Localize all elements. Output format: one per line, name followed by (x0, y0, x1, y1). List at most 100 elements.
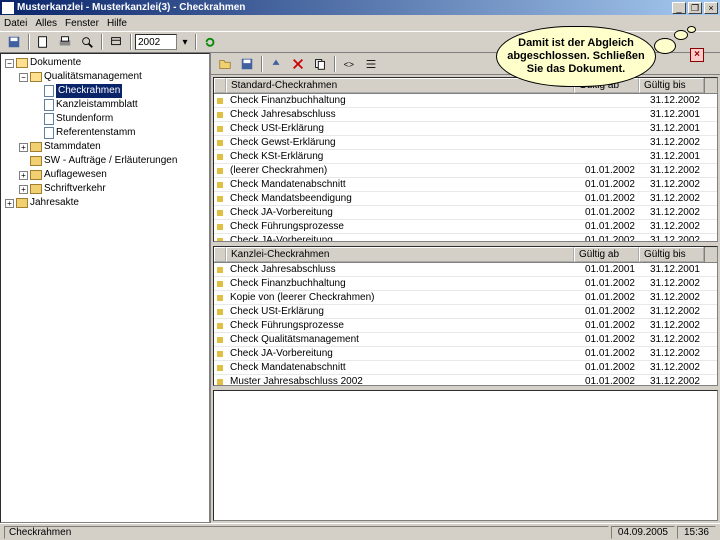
new-button[interactable] (33, 33, 53, 51)
tree-stammdaten[interactable]: +Stammdaten (19, 140, 207, 154)
cell-name: Check Führungsprozesse (226, 320, 574, 331)
app-icon (2, 2, 14, 14)
cell-name: Check USt-Erklärung (226, 306, 574, 317)
row-marker-icon (214, 126, 226, 132)
tree-root[interactable]: −Dokumente (5, 56, 207, 70)
tree-checkrahmen[interactable]: Checkrahmen (33, 84, 207, 98)
menu-alles[interactable]: Alles (35, 18, 57, 29)
restore-button[interactable]: ❐ (688, 2, 702, 14)
cell-gueltig-bis: 31.12.2002 (639, 179, 704, 190)
cell-gueltig-bis: 31.12.2002 (639, 306, 704, 317)
cell-gueltig-bis: 31.12.2002 (639, 278, 704, 289)
tree-sw[interactable]: SW - Aufträge / Erläuterungen (19, 154, 207, 168)
tree-label: Qualitätsmanagement (44, 70, 142, 84)
thought-bubble-icon (674, 30, 688, 40)
tree-schriftverkehr[interactable]: +Schriftverkehr (19, 182, 207, 196)
table-row[interactable]: Check Mandatenabschnitt01.01.200231.12.2… (214, 178, 717, 192)
tree-referenten[interactable]: Referentenstamm (33, 126, 207, 140)
col-gueltig-ab[interactable]: Gültig ab (574, 247, 639, 262)
doc-copy-button[interactable] (310, 55, 330, 73)
filter-button[interactable] (106, 33, 126, 51)
table-row[interactable]: Check KSt-Erklärung31.12.2001 (214, 150, 717, 164)
table-row[interactable]: Check Mandatenabschnitt01.01.200231.12.2… (214, 361, 717, 375)
table-row[interactable]: Check Führungsprozesse01.01.200231.12.20… (214, 319, 717, 333)
tree-auflagewesen[interactable]: +Auflagewesen (19, 168, 207, 182)
cell-gueltig-ab: 01.01.2002 (574, 320, 639, 331)
tree-label: Stundenform (56, 112, 113, 126)
cell-name: Check Gewst-Erklärung (226, 137, 574, 148)
table-row[interactable]: Check Führungsprozesse01.01.200231.12.20… (214, 220, 717, 234)
preview-button[interactable] (77, 33, 97, 51)
cell-gueltig-bis: 31.12.2002 (639, 292, 704, 303)
col-name[interactable]: Kanzlei-Checkrahmen (226, 247, 574, 262)
cell-gueltig-bis: 31.12.2002 (639, 221, 704, 232)
col-gueltig-bis[interactable]: Gültig bis (639, 247, 704, 262)
cell-gueltig-bis: 31.12.2001 (639, 264, 704, 275)
table-row[interactable]: Check JA-Vorbereitung01.01.200231.12.200… (214, 206, 717, 220)
table-row[interactable]: Check JA-Vorbereitung01.01.200231.12.200… (214, 234, 717, 242)
row-marker-icon (214, 337, 226, 343)
year-input[interactable] (135, 34, 177, 50)
doc-code-button[interactable]: <> (339, 55, 359, 73)
tree-jahresakte[interactable]: +Jahresakte (5, 196, 207, 210)
row-marker-icon (214, 323, 226, 329)
cell-name: Check JA-Vorbereitung (226, 235, 574, 242)
refresh-button[interactable] (200, 33, 220, 51)
save-button[interactable] (4, 33, 24, 51)
cell-name: Check USt-Erklärung (226, 123, 574, 134)
cell-name: Muster Jahresabschluss 2002 (226, 376, 574, 386)
tree-pane[interactable]: −Dokumente −Qualitätsmanagement Checkrah… (0, 53, 210, 523)
doc-delete-button[interactable] (288, 55, 308, 73)
table-row[interactable]: Kopie von (leerer Checkrahmen)01.01.2002… (214, 291, 717, 305)
table-row[interactable]: Check USt-Erklärung01.01.200231.12.2002 (214, 305, 717, 319)
doc-up-button[interactable] (266, 55, 286, 73)
table-row[interactable]: Check USt-Erklärung31.12.2001 (214, 122, 717, 136)
doc-open-button[interactable] (215, 55, 235, 73)
menu-hilfe[interactable]: Hilfe (107, 18, 127, 29)
table-row[interactable]: Check Qualitätsmanagement01.01.200231.12… (214, 333, 717, 347)
cell-name: Check Führungsprozesse (226, 221, 574, 232)
table-row[interactable]: Check JA-Vorbereitung01.01.200231.12.200… (214, 347, 717, 361)
table-row[interactable]: (leerer Checkrahmen)01.01.200231.12.2002 (214, 164, 717, 178)
minimize-button[interactable]: _ (672, 2, 686, 14)
menu-datei[interactable]: Datei (4, 18, 27, 29)
kanzlei-grid[interactable]: Kanzlei-Checkrahmen Gültig ab Gültig bis… (213, 246, 718, 386)
cell-gueltig-ab: 01.01.2002 (574, 334, 639, 345)
table-row[interactable]: Check Jahresabschluss01.01.200131.12.200… (214, 263, 717, 277)
svg-text:<>: <> (344, 59, 354, 69)
cell-gueltig-bis: 31.12.2002 (639, 348, 704, 359)
row-marker-icon (214, 210, 226, 216)
row-marker-icon (214, 196, 226, 202)
close-button[interactable]: × (704, 2, 718, 14)
thought-bubble-icon (687, 26, 696, 33)
print-button[interactable] (55, 33, 75, 51)
table-row[interactable]: Check Finanzbuchhaltung31.12.2002 (214, 94, 717, 108)
cell-gueltig-ab: 01.01.2002 (574, 376, 639, 386)
doc-list-button[interactable] (361, 55, 381, 73)
cell-gueltig-bis: 31.12.2001 (639, 151, 704, 162)
tree-kanzleistammblatt[interactable]: Kanzleistammblatt (33, 98, 207, 112)
cell-gueltig-ab: 01.01.2002 (574, 235, 639, 242)
row-marker-icon (214, 224, 226, 230)
table-row[interactable]: Muster Jahresabschluss 200201.01.200231.… (214, 375, 717, 386)
table-row[interactable]: Check Mandatsbeendigung01.01.200231.12.2… (214, 192, 717, 206)
callout-close-button[interactable]: × (690, 48, 704, 62)
tree-label: Kanzleistammblatt (56, 98, 138, 112)
cell-gueltig-ab: 01.01.2002 (574, 207, 639, 218)
menu-fenster[interactable]: Fenster (65, 18, 99, 29)
table-row[interactable]: Check Gewst-Erklärung31.12.2002 (214, 136, 717, 150)
row-marker-icon (214, 140, 226, 146)
tree-label: Checkrahmen (56, 84, 122, 98)
table-row[interactable]: Check Jahresabschluss31.12.2001 (214, 108, 717, 122)
row-marker-icon (214, 182, 226, 188)
status-text: Checkrahmen (4, 526, 609, 539)
year-dropdown-button[interactable]: ▾ (179, 34, 191, 50)
cell-gueltig-ab: 01.01.2002 (574, 292, 639, 303)
cell-gueltig-ab: 01.01.2001 (574, 264, 639, 275)
tree-qm[interactable]: −Qualitätsmanagement (19, 70, 207, 84)
doc-save-button[interactable] (237, 55, 257, 73)
standard-grid[interactable]: Standard-Checkrahmen Gültig ab Gültig bi… (213, 77, 718, 242)
tree-stundenform[interactable]: Stundenform (33, 112, 207, 126)
table-row[interactable]: Check Finanzbuchhaltung01.01.200231.12.2… (214, 277, 717, 291)
cell-gueltig-ab: 01.01.2002 (574, 193, 639, 204)
